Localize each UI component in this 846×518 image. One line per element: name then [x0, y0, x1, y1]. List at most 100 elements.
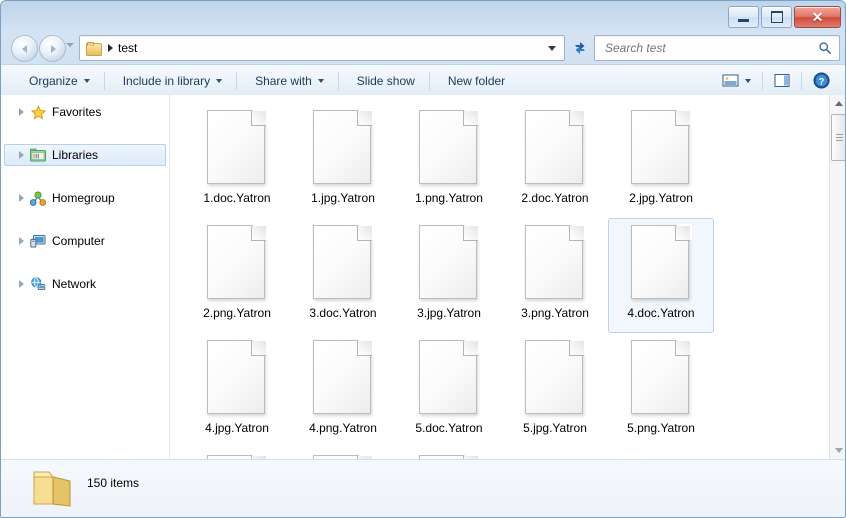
svg-text:?: ?: [819, 76, 825, 86]
file-item[interactable]: 4.png.Yatron: [290, 333, 396, 448]
document-icon: [419, 340, 479, 416]
sidebar-item-network[interactable]: Network: [4, 273, 166, 295]
address-bar[interactable]: test: [79, 35, 565, 61]
slide-show-label: Slide show: [357, 74, 415, 88]
sidebar-item-homegroup[interactable]: Homegroup: [4, 187, 166, 209]
expander-icon[interactable]: [19, 237, 24, 245]
file-name-label: 5.doc.Yatron: [415, 422, 482, 435]
recent-pages-button[interactable]: [66, 43, 74, 47]
file-name-label: 5.png.Yatron: [627, 422, 695, 435]
folder-icon: [86, 42, 101, 55]
sidebar-item-libraries[interactable]: Libraries: [4, 144, 166, 166]
forward-button[interactable]: [39, 35, 66, 62]
file-name-label: 1.png.Yatron: [415, 192, 483, 205]
file-name-label: 3.jpg.Yatron: [417, 307, 481, 320]
document-icon: [207, 225, 267, 301]
search-input[interactable]: [603, 40, 818, 56]
back-button[interactable]: [11, 35, 38, 62]
library-folder-icon: [30, 147, 46, 163]
sidebar-item-label: Libraries: [52, 149, 98, 161]
breadcrumb[interactable]: test: [118, 41, 137, 55]
new-folder-label: New folder: [448, 74, 505, 88]
minimize-button[interactable]: [728, 6, 759, 28]
toolbar-separator: [801, 72, 802, 90]
toolbar-separator: [762, 72, 763, 90]
scroll-up-button[interactable]: [830, 95, 846, 112]
file-name-label: 2.doc.Yatron: [521, 192, 588, 205]
new-folder-button[interactable]: New folder: [438, 68, 515, 93]
file-item[interactable]: 4.jpg.Yatron: [184, 333, 290, 448]
refresh-button[interactable]: [567, 35, 593, 61]
toolbar: Organize Include in library Share with S…: [1, 64, 846, 97]
file-item[interactable]: 3.jpg.Yatron: [396, 218, 502, 333]
organize-button[interactable]: Organize: [19, 68, 100, 93]
file-item[interactable]: 5.doc.Yatron: [396, 333, 502, 448]
scroll-down-arrow-icon: [835, 448, 843, 453]
file-item[interactable]: 6.jpg.Yatron: [290, 448, 396, 459]
scrollbar-thumb[interactable]: [831, 114, 846, 161]
toolbar-separator: [429, 72, 430, 90]
file-item[interactable]: 2.doc.Yatron: [502, 103, 608, 218]
file-item[interactable]: 2.jpg.Yatron: [608, 103, 714, 218]
document-icon: [525, 110, 585, 186]
share-with-button[interactable]: Share with: [245, 68, 334, 93]
document-icon: [207, 110, 267, 186]
document-icon: [419, 110, 479, 186]
close-button[interactable]: ✕: [794, 6, 841, 28]
change-view-button[interactable]: [717, 68, 756, 93]
organize-label: Organize: [29, 74, 78, 88]
network-icon: [30, 276, 46, 292]
preview-pane-button[interactable]: [769, 68, 795, 93]
forward-arrow-icon: [51, 45, 56, 53]
file-item-selected[interactable]: 4.doc.Yatron: [608, 218, 714, 333]
chevron-down-icon: [216, 79, 222, 83]
status-item-count: 150 items: [87, 476, 139, 490]
toolbar-separator: [236, 72, 237, 90]
document-icon: [419, 225, 479, 301]
explorer-body: Favorites Libraries: [1, 95, 846, 459]
file-list-pane[interactable]: 1.doc.Yatron 1.jpg.Yatron 1.png.Yatron: [170, 95, 829, 459]
refresh-icon: [572, 40, 588, 56]
help-button[interactable]: ?: [808, 68, 835, 93]
expander-icon[interactable]: [19, 280, 24, 288]
file-item[interactable]: 3.doc.Yatron: [290, 218, 396, 333]
slide-show-button[interactable]: Slide show: [347, 68, 425, 93]
file-item[interactable]: 5.jpg.Yatron: [502, 333, 608, 448]
file-name-label: 5.jpg.Yatron: [523, 422, 587, 435]
file-item[interactable]: 1.jpg.Yatron: [290, 103, 396, 218]
file-name-label: 4.doc.Yatron: [627, 307, 694, 320]
file-name-label: 2.png.Yatron: [203, 307, 271, 320]
expander-icon[interactable]: [19, 151, 24, 159]
sidebar-item-label: Favorites: [52, 106, 101, 118]
file-item[interactable]: 1.png.Yatron: [396, 103, 502, 218]
expander-icon[interactable]: [19, 108, 24, 116]
navigation-pane: Favorites Libraries: [1, 95, 170, 459]
file-item[interactable]: 3.png.Yatron: [502, 218, 608, 333]
title-bar: ✕: [1, 1, 846, 31]
file-item[interactable]: 6.doc.Yatron: [184, 448, 290, 459]
document-icon: [631, 225, 691, 301]
homegroup-icon: [30, 190, 46, 206]
document-icon: [631, 340, 691, 416]
scrollbar-grip-icon: [836, 137, 843, 138]
scroll-down-button[interactable]: [830, 442, 846, 459]
file-item[interactable]: 5.png.Yatron: [608, 333, 714, 448]
status-bar: 150 items: [1, 459, 846, 518]
include-in-library-button[interactable]: Include in library: [113, 68, 232, 93]
chevron-down-icon[interactable]: [548, 46, 556, 51]
sidebar-item-favorites[interactable]: Favorites: [4, 101, 166, 123]
document-icon: [525, 225, 585, 301]
file-item[interactable]: 6.png.Yatron: [396, 448, 502, 459]
breadcrumb-separator-icon: [108, 44, 113, 52]
file-item[interactable]: 2.png.Yatron: [184, 218, 290, 333]
expander-icon[interactable]: [19, 194, 24, 202]
vertical-scrollbar[interactable]: [829, 95, 846, 459]
sidebar-item-computer[interactable]: Computer: [4, 230, 166, 252]
search-box[interactable]: [594, 35, 840, 61]
preview-pane-icon: [774, 73, 790, 88]
maximize-button[interactable]: [761, 6, 792, 28]
file-item[interactable]: 1.doc.Yatron: [184, 103, 290, 218]
document-icon: [313, 225, 373, 301]
file-name-label: 2.jpg.Yatron: [629, 192, 693, 205]
file-name-label: 3.doc.Yatron: [309, 307, 376, 320]
